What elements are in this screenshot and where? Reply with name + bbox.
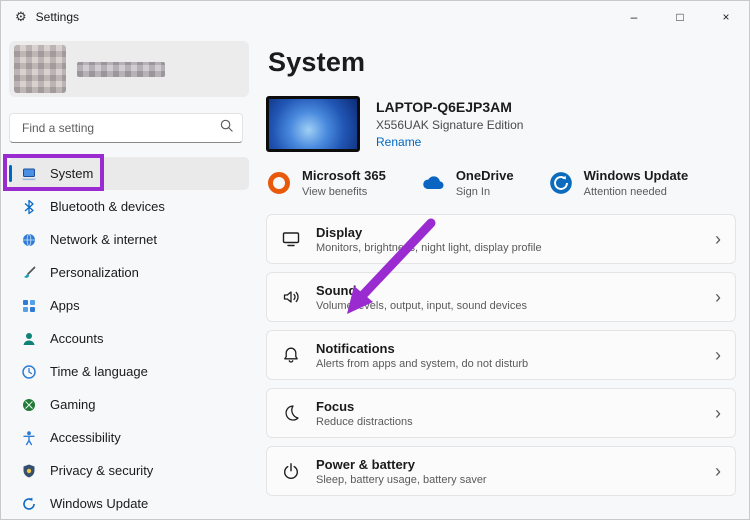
quick-card-subtitle: Sign In <box>456 186 514 198</box>
sidebar-item-system[interactable]: System <box>9 157 249 190</box>
xbox-sphere-icon <box>21 397 37 413</box>
sound-icon <box>281 287 301 307</box>
settings-row-title: Display <box>316 225 542 240</box>
sidebar-item-label: Windows Update <box>50 496 148 511</box>
avatar <box>14 45 66 93</box>
search-input[interactable] <box>20 120 219 136</box>
settings-row-focus[interactable]: Focus Reduce distractions › <box>266 388 736 438</box>
settings-row-subtitle: Alerts from apps and system, do not dist… <box>316 358 528 370</box>
search-box[interactable] <box>9 113 243 143</box>
sidebar-item-label: Time & language <box>50 364 148 379</box>
search-icon <box>219 118 234 138</box>
sidebar-item-time-language[interactable]: Time & language <box>9 355 249 388</box>
rename-link[interactable]: Rename <box>376 135 523 149</box>
quick-card-subtitle: View benefits <box>302 186 386 198</box>
settings-row-power-battery[interactable]: Power & battery Sleep, battery usage, ba… <box>266 446 736 496</box>
windows-update-card[interactable]: Windows Update Attention needed <box>548 168 689 198</box>
sidebar-item-privacy-security[interactable]: Privacy & security <box>9 454 249 487</box>
shield-icon <box>21 463 37 479</box>
main-content: System LAPTOP-Q6EJP3AM X556UAK Signature… <box>257 33 749 519</box>
close-button[interactable]: × <box>703 1 749 33</box>
sidebar-item-label: Accounts <box>50 331 103 346</box>
titlebar: ⚙ Settings – □ × <box>1 1 749 33</box>
onedrive-cloud-icon <box>420 170 446 196</box>
quick-cards: Microsoft 365 View benefits OneDrive Sig… <box>266 168 749 198</box>
system-icon <box>21 166 37 182</box>
chevron-right-icon: › <box>715 462 721 480</box>
sidebar-item-label: Accessibility <box>50 430 121 445</box>
settings-row-subtitle: Volume levels, output, input, sound devi… <box>316 300 527 312</box>
microsoft-365-icon <box>266 170 292 196</box>
bell-icon <box>281 345 301 365</box>
sidebar-item-accounts[interactable]: Accounts <box>9 322 249 355</box>
sidebar-item-label: Network & internet <box>50 232 157 247</box>
quick-card-title: OneDrive <box>456 168 514 183</box>
apps-grid-icon <box>21 298 37 314</box>
sidebar-item-label: Privacy & security <box>50 463 153 478</box>
sidebar-item-accessibility[interactable]: Accessibility <box>9 421 249 454</box>
page-title: System <box>268 47 749 78</box>
device-info-section: LAPTOP-Q6EJP3AM X556UAK Signature Editio… <box>266 96 749 152</box>
sidebar-item-label: Bluetooth & devices <box>50 199 165 214</box>
windows-update-icon <box>548 170 574 196</box>
paintbrush-icon <box>21 265 37 281</box>
settings-list: Display Monitors, brightness, night ligh… <box>266 214 736 496</box>
settings-row-display[interactable]: Display Monitors, brightness, night ligh… <box>266 214 736 264</box>
settings-row-title: Focus <box>316 399 413 414</box>
chevron-right-icon: › <box>715 288 721 306</box>
settings-row-sound[interactable]: Sound Volume levels, output, input, soun… <box>266 272 736 322</box>
settings-row-notifications[interactable]: Notifications Alerts from apps and syste… <box>266 330 736 380</box>
device-edition: X556UAK Signature Edition <box>376 118 523 132</box>
update-arrows-icon <box>21 496 37 512</box>
chevron-right-icon: › <box>715 346 721 364</box>
power-icon <box>281 461 301 481</box>
bluetooth-icon <box>21 199 37 215</box>
sidebar-item-label: Apps <box>50 298 80 313</box>
settings-row-subtitle: Sleep, battery usage, battery saver <box>316 474 487 486</box>
settings-row-title: Power & battery <box>316 457 487 472</box>
sidebar-item-windows-update[interactable]: Windows Update <box>9 487 249 520</box>
microsoft-365-card[interactable]: Microsoft 365 View benefits <box>266 168 386 198</box>
sidebar-item-personalization[interactable]: Personalization <box>9 256 249 289</box>
accessibility-person-icon <box>21 430 37 446</box>
sidebar-nav: System Bluetooth & devices Network & int… <box>1 157 257 520</box>
sidebar-item-gaming[interactable]: Gaming <box>9 388 249 421</box>
sidebar-item-label: System <box>50 166 93 181</box>
display-icon <box>281 229 301 249</box>
settings-row-subtitle: Monitors, brightness, night light, displ… <box>316 242 542 254</box>
onedrive-card[interactable]: OneDrive Sign In <box>420 168 514 198</box>
chevron-right-icon: › <box>715 230 721 248</box>
sidebar: System Bluetooth & devices Network & int… <box>1 33 257 519</box>
person-icon <box>21 331 37 347</box>
focus-moon-icon <box>281 403 301 423</box>
quick-card-subtitle: Attention needed <box>584 186 689 198</box>
user-profile[interactable] <box>9 41 249 97</box>
device-image <box>266 96 360 152</box>
user-name-redacted <box>77 62 165 77</box>
sidebar-item-network-internet[interactable]: Network & internet <box>9 223 249 256</box>
sidebar-item-label: Gaming <box>50 397 96 412</box>
settings-row-title: Sound <box>316 283 527 298</box>
window-title: Settings <box>36 10 79 24</box>
sidebar-item-apps[interactable]: Apps <box>9 289 249 322</box>
settings-row-title: Notifications <box>316 341 528 356</box>
settings-gear-icon: ⚙ <box>15 9 27 25</box>
sidebar-item-label: Personalization <box>50 265 139 280</box>
quick-card-title: Microsoft 365 <box>302 168 386 183</box>
sidebar-item-bluetooth-devices[interactable]: Bluetooth & devices <box>9 190 249 223</box>
clock-icon <box>21 364 37 380</box>
globe-icon <box>21 232 37 248</box>
chevron-right-icon: › <box>715 404 721 422</box>
maximize-button[interactable]: □ <box>657 1 703 33</box>
settings-row-subtitle: Reduce distractions <box>316 416 413 428</box>
quick-card-title: Windows Update <box>584 168 689 183</box>
minimize-button[interactable]: – <box>611 1 657 33</box>
window-controls: – □ × <box>611 1 749 33</box>
device-name: LAPTOP-Q6EJP3AM <box>376 99 523 115</box>
